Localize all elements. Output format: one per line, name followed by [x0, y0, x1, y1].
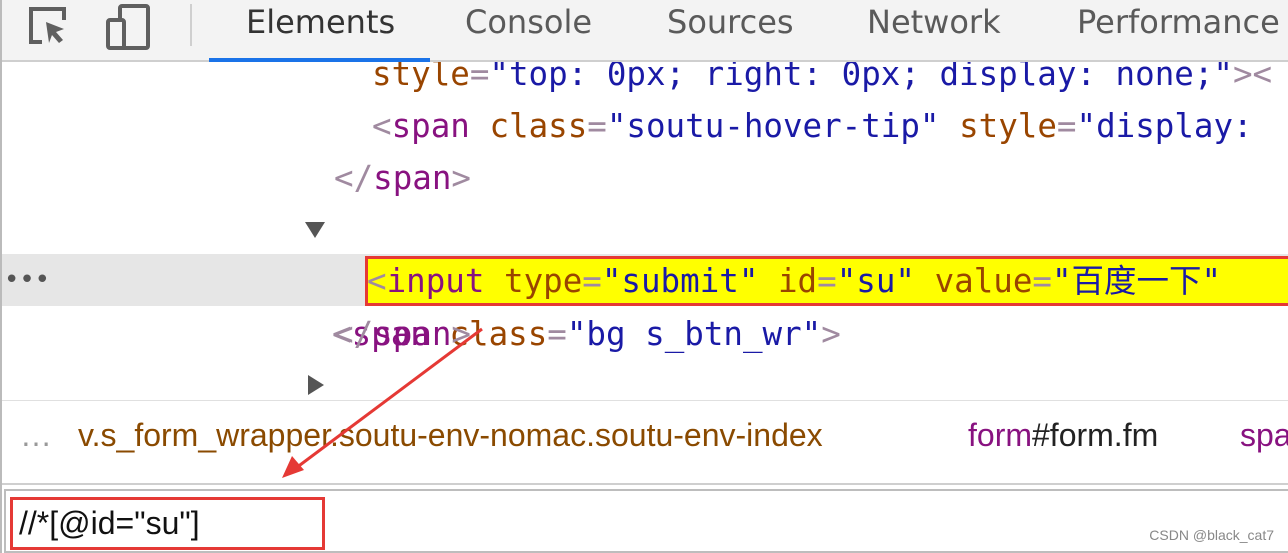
annotation-arrow: [282, 327, 483, 478]
